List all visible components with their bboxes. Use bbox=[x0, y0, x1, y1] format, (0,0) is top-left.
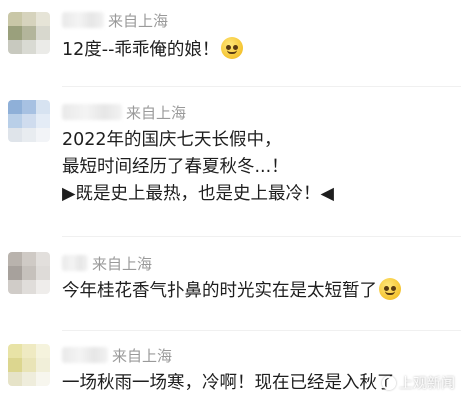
comment-line: 2022年的国庆七天长假中， bbox=[62, 130, 282, 150]
comment-meta: 来自上海 bbox=[62, 252, 152, 274]
comment-line: 12度--乖乖俺的娘！ bbox=[62, 40, 220, 60]
location-label: 来自上海 bbox=[112, 346, 173, 365]
avatar[interactable] bbox=[8, 100, 50, 142]
watermark-text: 上观新闻 bbox=[399, 376, 455, 392]
comment-text: 今年桂花香气扑鼻的时光实在是太短暂了 bbox=[62, 278, 401, 305]
location-label: 来自上海 bbox=[126, 103, 187, 122]
comment-meta: 来自上海 bbox=[62, 9, 168, 31]
comment-text: 12度--乖乖俺的娘！ bbox=[62, 37, 244, 64]
avatar[interactable] bbox=[8, 344, 50, 386]
divider bbox=[62, 86, 461, 87]
publisher-logo-icon bbox=[382, 376, 396, 390]
nickname-blurred[interactable] bbox=[62, 12, 104, 28]
divider bbox=[62, 236, 461, 237]
grimace-emoji-icon bbox=[221, 37, 244, 59]
comment-meta: 来自上海 bbox=[62, 344, 172, 366]
laughing-tears-emoji-icon bbox=[379, 278, 401, 300]
comment-meta: 来自上海 bbox=[62, 101, 186, 123]
comment-line: 今年桂花香气扑鼻的时光实在是太短暂了 bbox=[62, 281, 377, 301]
avatar[interactable] bbox=[8, 12, 50, 54]
nickname-blurred[interactable] bbox=[62, 347, 108, 363]
comment-line: ▶既是史上最热，也是史上最冷！◀ bbox=[62, 184, 334, 204]
comment-line: 最短时间经历了春夏秋冬...！ bbox=[62, 157, 289, 177]
comment-text: 2022年的国庆七天长假中， 最短时间经历了春夏秋冬...！ ▶既是史上最热，也… bbox=[62, 127, 334, 208]
location-label: 来自上海 bbox=[92, 254, 153, 273]
nickname-blurred[interactable] bbox=[62, 104, 122, 120]
nickname-blurred[interactable] bbox=[62, 255, 88, 271]
divider bbox=[62, 330, 461, 331]
comment-line: 一场秋雨一场寒，冷啊！现在已经是入秋了 bbox=[62, 373, 395, 393]
watermark: 上观新闻 bbox=[382, 373, 455, 393]
comment-text: 一场秋雨一场寒，冷啊！现在已经是入秋了 bbox=[62, 370, 395, 397]
avatar[interactable] bbox=[8, 252, 50, 294]
location-label: 来自上海 bbox=[108, 11, 169, 30]
